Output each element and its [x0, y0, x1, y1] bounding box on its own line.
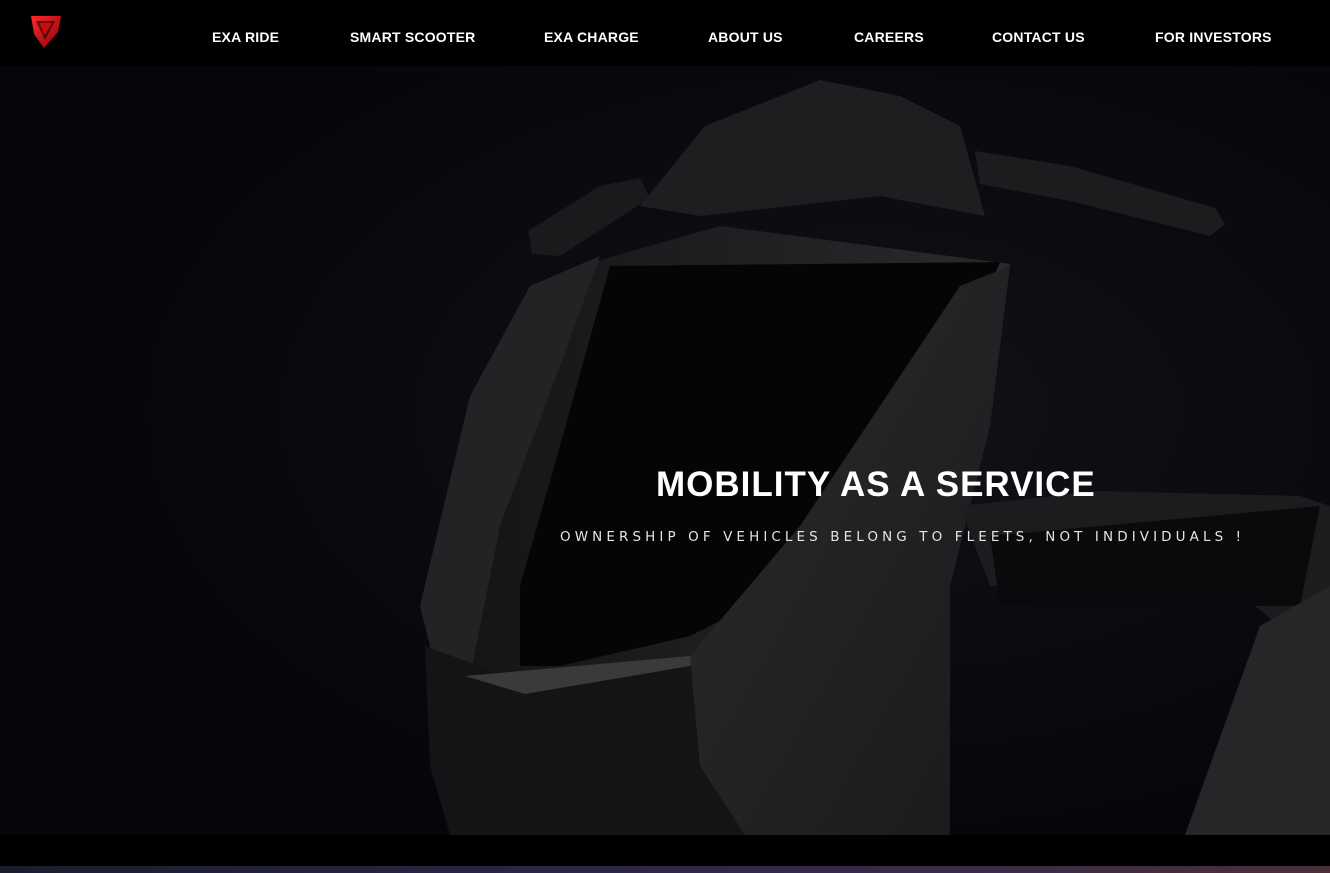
- footer-band: [0, 835, 1330, 873]
- scooter-hero-image: [0, 66, 1330, 835]
- hero-subtitle: OWNERSHIP OF VEHICLES BELONG TO FLEETS, …: [560, 529, 1246, 545]
- nav-item-careers[interactable]: CAREERS: [854, 28, 924, 46]
- nav-item-exa-charge[interactable]: EXA CHARGE: [544, 28, 639, 46]
- nav-item-about-us[interactable]: ABOUT US: [708, 28, 783, 46]
- main-nav: EXA RIDE SMART SCOOTER EXA CHARGE ABOUT …: [0, 0, 1330, 66]
- hero-title: MOBILITY AS A SERVICE: [656, 465, 1096, 504]
- nav-item-smart-scooter[interactable]: SMART SCOOTER: [350, 28, 476, 46]
- next-section-edge: [0, 866, 1330, 873]
- nav-item-contact-us[interactable]: CONTACT US: [992, 28, 1085, 46]
- hero-section: MOBILITY AS A SERVICE OWNERSHIP OF VEHIC…: [0, 66, 1330, 835]
- top-navigation-bar: EXA RIDE SMART SCOOTER EXA CHARGE ABOUT …: [0, 0, 1330, 66]
- nav-item-exa-ride[interactable]: EXA RIDE: [212, 28, 279, 46]
- nav-item-for-investors[interactable]: FOR INVESTORS: [1155, 28, 1272, 46]
